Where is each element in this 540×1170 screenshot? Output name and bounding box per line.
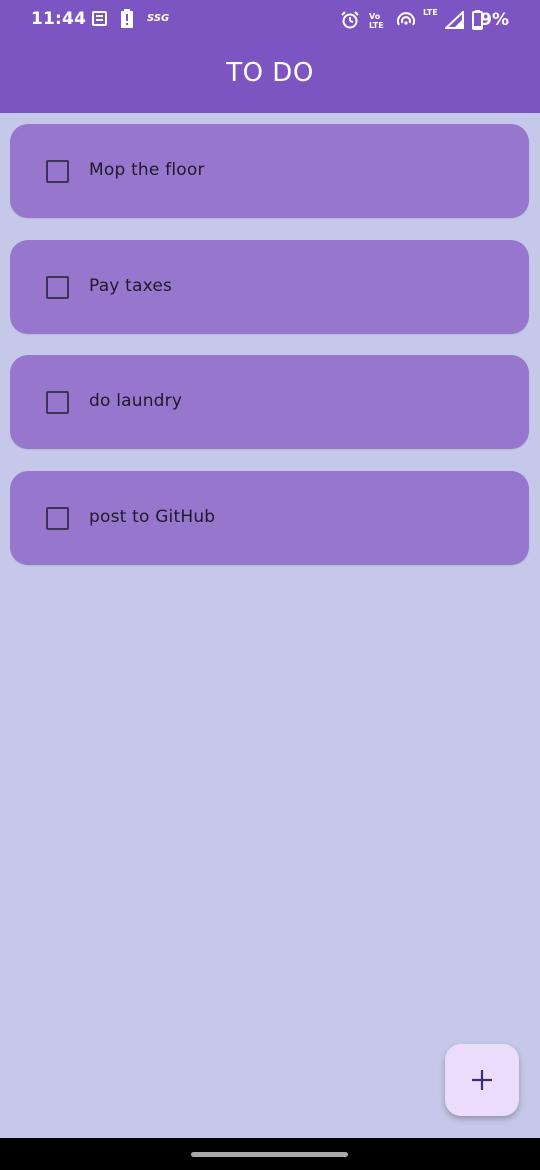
add-todo-button[interactable] (445, 1044, 519, 1116)
todo-item[interactable]: Mop the floor (10, 124, 529, 218)
todo-label: Pay taxes (89, 275, 173, 296)
volte-icon: Vo LTE (368, 11, 388, 29)
app-bar: 11:44 SSG Vo LTE LTE 9% TO DO (0, 0, 540, 113)
status-bar: 11:44 SSG Vo LTE LTE 9% (0, 0, 540, 40)
todo-label: do laundry (89, 391, 183, 411)
status-time: 11:44 (31, 9, 87, 29)
todo-item[interactable]: post to GitHub (10, 470, 529, 565)
home-gesture-handle[interactable] (191, 1152, 348, 1157)
todo-checkbox[interactable] (46, 160, 69, 183)
hotspot-icon (396, 11, 416, 29)
todo-label: Mop the floor (89, 160, 205, 180)
todo-checkbox[interactable] (46, 506, 69, 530)
alarm-icon (341, 11, 359, 29)
svg-text:LTE: LTE (369, 21, 384, 29)
todo-item[interactable]: do laundry (10, 355, 529, 449)
todo-checkbox[interactable] (46, 275, 69, 299)
lte-label: LTE (423, 8, 438, 17)
page-title: TO DO (226, 58, 314, 88)
network-label: SSG (147, 13, 170, 24)
system-nav-bar (0, 1138, 540, 1170)
notes-icon (90, 10, 108, 28)
svg-text:Vo: Vo (369, 12, 381, 21)
add-icon (471, 1062, 493, 1098)
todo-item[interactable]: Pay taxes (10, 239, 529, 334)
signal-icon (445, 11, 465, 29)
battery-alert-icon (120, 9, 134, 29)
battery-percent: 9% (480, 10, 509, 30)
todo-label: post to GitHub (89, 506, 216, 527)
todo-checkbox[interactable] (46, 391, 69, 414)
todo-list: Mop the floor Pay taxes do laundry post … (10, 124, 529, 586)
